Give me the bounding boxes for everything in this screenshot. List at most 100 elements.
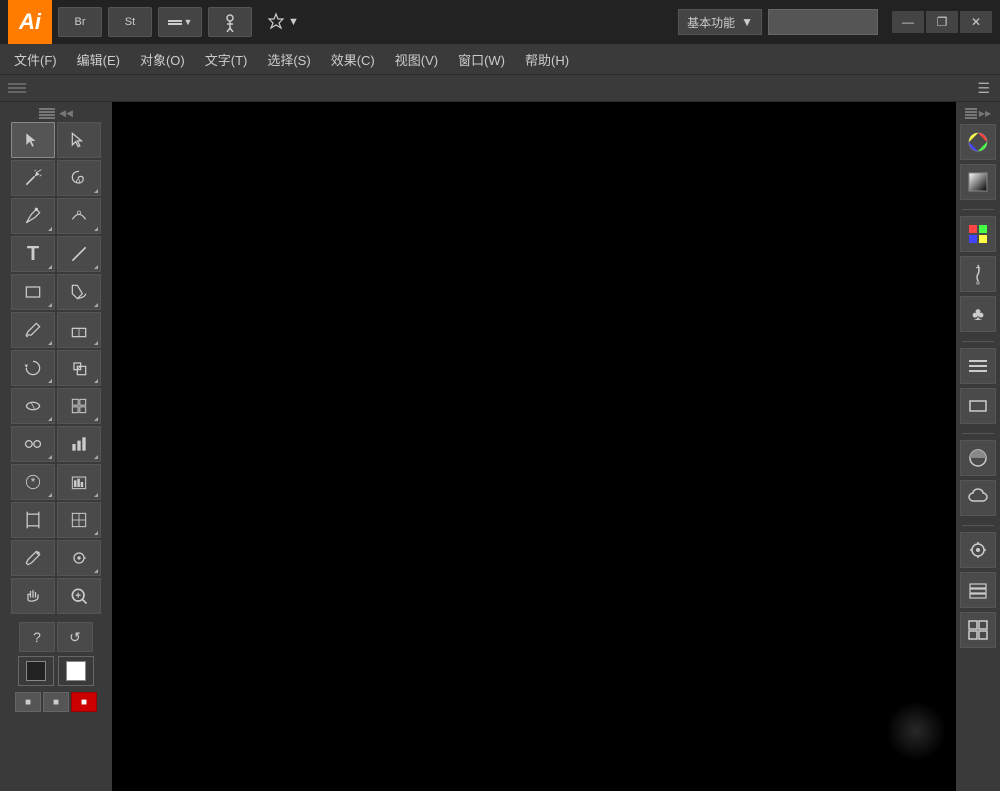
options-bar: ☰ <box>0 74 1000 102</box>
symbols-panel-icon[interactable]: ♣ <box>960 296 996 332</box>
measure-tool[interactable] <box>57 540 101 576</box>
app-logo: Ai <box>8 0 52 44</box>
menu-help[interactable]: 帮助(H) <box>515 44 579 74</box>
puppet-warp-button[interactable] <box>208 7 252 37</box>
slice-tool[interactable] <box>57 502 101 538</box>
graph-tool[interactable] <box>57 426 101 462</box>
warp-tool[interactable] <box>11 388 55 424</box>
svg-text:*: * <box>31 476 36 489</box>
tool-row-artboard <box>2 502 110 538</box>
lasso-tool[interactable] <box>57 160 101 196</box>
curvature-tool[interactable] <box>57 198 101 234</box>
left-toolbar: ◀◀ <box>0 102 112 791</box>
right-panel-collapse[interactable]: ▶▶ <box>958 106 998 120</box>
help-button[interactable]: ? <box>19 622 55 652</box>
transform-panel-icon[interactable] <box>960 388 996 424</box>
reshape-tool[interactable] <box>57 388 101 424</box>
bridge-button[interactable]: Br <box>58 7 102 37</box>
layers-panel-icon[interactable] <box>960 572 996 608</box>
blend-tool[interactable] <box>11 426 55 462</box>
options-grip <box>4 81 30 95</box>
undo-button[interactable]: ↺ <box>57 622 93 652</box>
color-panel-icon[interactable] <box>960 124 996 160</box>
stock-button[interactable]: St <box>108 7 152 37</box>
maximize-button[interactable]: ❐ <box>926 11 958 33</box>
workspace-dropdown-icon: ▼ <box>741 15 753 29</box>
canvas-blob <box>886 701 946 761</box>
tool-row-wand <box>2 160 110 196</box>
close-button[interactable]: ✕ <box>960 11 992 33</box>
stroke-color[interactable] <box>58 656 94 686</box>
svg-text:♣: ♣ <box>972 304 984 324</box>
type-tool[interactable]: T <box>11 236 55 272</box>
artboard-tool[interactable] <box>11 502 55 538</box>
alerts-button[interactable]: ▼ <box>266 12 299 32</box>
tool-row-select <box>2 122 110 158</box>
scale-tool[interactable] <box>57 350 101 386</box>
toolbar-bottom: ? ↺ ■ ■ ■ <box>2 620 110 716</box>
toolbar-extra-row: ? ↺ <box>6 622 106 652</box>
toolbar-collapse-btn[interactable]: ◀◀ <box>2 106 110 120</box>
view-btn-3[interactable]: ■ <box>71 692 97 712</box>
view-mode-row: ■ ■ ■ <box>6 690 106 714</box>
minimize-button[interactable]: — <box>892 11 924 33</box>
zoom-tool[interactable] <box>57 578 101 614</box>
tool-row-eyedropper <box>2 540 110 576</box>
line-tool[interactable] <box>57 236 101 272</box>
selection-tool[interactable] <box>11 122 55 158</box>
tool-row-blend <box>2 426 110 462</box>
menu-bar: 文件(F) 编辑(E) 对象(O) 文字(T) 选择(S) 效果(C) 视图(V… <box>0 44 1000 74</box>
paintbucket-tool[interactable] <box>57 274 101 310</box>
menu-file[interactable]: 文件(F) <box>4 44 67 74</box>
view-btn-1[interactable]: ■ <box>15 692 41 712</box>
right-panel-divider-4 <box>962 522 994 528</box>
tool-row-type: T <box>2 236 110 272</box>
window-controls: — ❐ ✕ <box>892 11 992 33</box>
eraser-tool[interactable] <box>57 312 101 348</box>
right-panel-divider-3 <box>962 430 994 436</box>
tool-row-symbol: * <box>2 464 110 500</box>
tool-row-pen <box>2 198 110 234</box>
rectangle-tool[interactable] <box>11 274 55 310</box>
tool-row-pencil <box>2 312 110 348</box>
canvas-black <box>112 102 956 791</box>
pencil-tool[interactable] <box>11 312 55 348</box>
menu-select[interactable]: 选择(S) <box>257 44 320 74</box>
fill-color[interactable] <box>18 656 54 686</box>
workspace-selector[interactable]: 基本功能 ▼ <box>678 9 762 35</box>
menu-view[interactable]: 视图(V) <box>385 44 448 74</box>
menu-object[interactable]: 对象(O) <box>130 44 195 74</box>
menu-type[interactable]: 文字(T) <box>195 44 258 74</box>
brushes-panel-icon[interactable] <box>960 256 996 292</box>
tool-row-hand <box>2 578 110 614</box>
tool-row-warp <box>2 388 110 424</box>
swatches-panel-icon[interactable] <box>960 216 996 252</box>
view-btn-2[interactable]: ■ <box>43 692 69 712</box>
direct-select-tool[interactable] <box>57 122 101 158</box>
menu-edit[interactable]: 编辑(E) <box>67 44 130 74</box>
right-panel: ▶▶ <box>956 102 1000 791</box>
artboards-panel-icon[interactable] <box>960 532 996 568</box>
right-panel-divider-1 <box>962 206 994 212</box>
color-swatch-row <box>6 656 106 686</box>
arrange-button[interactable]: ▼ <box>158 7 202 37</box>
options-menu-icon[interactable]: ☰ <box>971 78 996 99</box>
symbol-tool[interactable]: * <box>11 464 55 500</box>
creative-cloud-icon[interactable] <box>960 480 996 516</box>
align-panel-icon[interactable] <box>960 348 996 384</box>
magic-wand-tool[interactable] <box>11 160 55 196</box>
eyedropper-tool[interactable] <box>11 540 55 576</box>
appearance-panel-icon[interactable] <box>960 440 996 476</box>
menu-window[interactable]: 窗口(W) <box>448 44 515 74</box>
pen-tool[interactable] <box>11 198 55 234</box>
gradient-panel-icon[interactable] <box>960 164 996 200</box>
right-panel-divider-2 <box>962 338 994 344</box>
menu-effect[interactable]: 效果(C) <box>321 44 385 74</box>
links-panel-icon[interactable] <box>960 612 996 648</box>
rotate-tool[interactable] <box>11 350 55 386</box>
search-input[interactable] <box>768 9 878 35</box>
canvas-area[interactable] <box>112 102 956 791</box>
hand-tool[interactable] <box>11 578 55 614</box>
title-bar: Ai Br St ▼ ▼ 基本功能 ▼ — ❐ ✕ <box>0 0 1000 44</box>
column-graph-tool[interactable] <box>57 464 101 500</box>
